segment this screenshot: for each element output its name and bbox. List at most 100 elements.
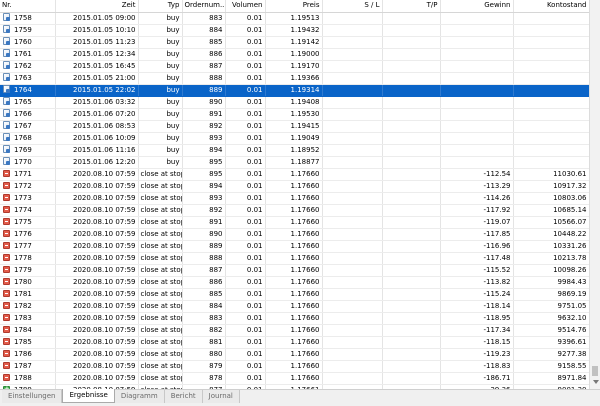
column-header-sl[interactable]: S / L [322,0,383,13]
table-row[interactable]: 1770 2015.01.06 12:20 buy 895 0.01 1.18877 [0,156,589,169]
column-header-order[interactable]: Ordernum... [182,0,226,13]
table-row[interactable]: 1774 2020.08.10 07:59 close at stop 892 0.01… [0,204,589,217]
cell-gewinn: -186.71 [440,372,514,385]
cell-kontostand: 9751.05 [513,300,589,313]
cell-gewinn: -113.29 [440,180,514,193]
row-number: 1759 [14,25,32,34]
cell-kontostand: 10098.26 [513,264,589,277]
table-row[interactable]: 1766 2015.01.06 07:20 buy 891 0.01 1.19530 [0,108,589,121]
column-header-typ[interactable]: Typ [138,0,183,13]
table-row[interactable]: 1783 2020.08.10 07:59 close at stop 883 0.01… [0,312,589,325]
cell-order: 890 [182,96,226,109]
scrollbar-thumb[interactable] [592,366,598,376]
cell-nr: 1769 [0,144,56,157]
cell-kontostand: 11030.61 [513,168,589,181]
tab-einstellungen[interactable]: Einstellungen [2,390,63,403]
scroll-down-arrow-icon[interactable] [593,380,599,384]
cell-tp [382,216,441,229]
cell-preis: 1.19366 [265,72,323,85]
table-row[interactable]: 1759 2015.01.05 10:10 buy 884 0.01 1.19432 [0,24,589,37]
cell-typ: close at stop [138,180,183,193]
table-row[interactable]: 1787 2020.08.10 07:59 close at stop 879 0.01… [0,360,589,373]
table-row[interactable]: 1771 2020.08.10 07:59 close at stop 895 0.01… [0,168,589,181]
table-row[interactable]: 1761 2015.01.05 12:34 buy 886 0.01 1.19000 [0,48,589,61]
table-row[interactable]: 1785 2020.08.10 07:59 close at stop 881 0.01… [0,336,589,349]
table-row[interactable]: 1775 2020.08.10 07:59 close at stop 891 0.01… [0,216,589,229]
cell-tp [382,264,441,277]
table-row[interactable]: 1781 2020.08.10 07:59 close at stop 885 0.01… [0,288,589,301]
vertical-scrollbar[interactable] [589,0,600,389]
table-row[interactable]: 1777 2020.08.10 07:59 close at stop 889 0.01… [0,240,589,253]
table-row[interactable]: 1764 2015.01.05 22:02 buy 889 0.01 1.19314 [0,84,589,97]
table-row[interactable]: 1784 2020.08.10 07:59 close at stop 882 0.01… [0,324,589,337]
cell-zeit: 2015.01.05 12:34 [55,48,139,61]
table-row[interactable]: 1769 2015.01.06 11:16 buy 894 0.01 1.18952 [0,144,589,157]
table-row[interactable]: 1768 2015.01.06 10:09 buy 893 0.01 1.19049 [0,132,589,145]
cell-volumen: 0.01 [225,36,266,49]
cell-kontostand: 10213.78 [513,252,589,265]
tab-ergebnisse[interactable]: Ergebnisse [62,389,115,403]
cell-nr: 1766 [0,108,56,121]
column-header-kontostand[interactable]: Kontostand [513,0,589,13]
cell-volumen: 0.01 [225,72,266,85]
row-number: 1769 [14,145,32,154]
table-row[interactable]: 1763 2015.01.05 21:00 buy 888 0.01 1.19366 [0,72,589,85]
row-number: 1762 [14,61,32,70]
table-row[interactable]: 1773 2020.08.10 07:59 close at stop 893 0.01… [0,192,589,205]
close-at-stop-icon [3,181,10,189]
table-row[interactable]: 1765 2015.01.06 03:32 buy 890 0.01 1.19408 [0,96,589,109]
cell-sl [322,156,383,169]
cell-gewinn [440,36,514,49]
cell-zeit: 2015.01.06 03:32 [55,96,139,109]
cell-tp [382,144,441,157]
column-header-zeit[interactable]: Zeit [55,0,139,13]
cell-volumen: 0.01 [225,288,266,301]
cell-volumen: 0.01 [225,228,266,241]
table-row[interactable]: 1776 2020.08.10 07:59 close at stop 890 0.01… [0,228,589,241]
table-row[interactable]: 1762 2015.01.05 16:45 buy 887 0.01 1.19170 [0,60,589,73]
cell-preis: 1.17660 [265,192,323,205]
table-row[interactable]: 1788 2020.08.10 07:59 close at stop 878 0.01… [0,372,589,385]
tab-journal[interactable]: Journal [202,390,240,403]
table-row[interactable]: 1767 2015.01.06 08:53 buy 892 0.01 1.19415 [0,120,589,133]
cell-kontostand [513,60,589,73]
row-number: 1782 [14,301,32,310]
row-number: 1773 [14,193,32,202]
table-row[interactable]: 1778 2020.08.10 07:59 close at stop 888 0.01… [0,252,589,265]
cell-preis: 1.19049 [265,132,323,145]
cell-zeit: 2015.01.06 12:20 [55,156,139,169]
cell-gewinn: -118.83 [440,360,514,373]
column-header-nr[interactable]: Nr. [0,0,56,13]
cell-volumen: 0.01 [225,264,266,277]
column-header-preis[interactable]: Preis [265,0,323,13]
column-header-tp[interactable]: T/P [382,0,441,13]
cell-typ: buy [138,132,183,145]
cell-sl [322,36,383,49]
cell-zeit: 2020.08.10 07:59 [55,300,139,313]
cell-zeit: 2015.01.06 07:20 [55,108,139,121]
order-document-icon [3,144,10,153]
cell-kontostand: 9277.38 [513,348,589,361]
cell-gewinn [440,60,514,73]
table-row[interactable]: 1758 2015.01.05 09:00 buy 883 0.01 1.19513 [0,12,589,25]
cell-sl [322,276,383,289]
cell-zeit: 2020.08.10 07:59 [55,168,139,181]
tab-bericht[interactable]: Bericht [164,390,203,403]
table-row[interactable]: 1782 2020.08.10 07:59 close at stop 884 0.01… [0,300,589,313]
table-row[interactable]: 1760 2015.01.05 11:23 buy 885 0.01 1.19142 [0,36,589,49]
table-row[interactable]: 1779 2020.08.10 07:59 close at stop 887 0.01… [0,264,589,277]
cell-order: 894 [182,180,226,193]
cell-preis: 1.19415 [265,120,323,133]
column-header-volumen[interactable]: Volumen [225,0,266,13]
cell-zeit: 2020.08.10 07:59 [55,360,139,373]
table-row[interactable]: 1772 2020.08.10 07:59 close at stop 894 0.01… [0,180,589,193]
table-row[interactable]: 1786 2020.08.10 07:59 close at stop 880 0.01… [0,348,589,361]
cell-zeit: 2020.08.10 07:59 [55,312,139,325]
tab-diagramm[interactable]: Diagramm [114,390,165,403]
cell-zeit: 2015.01.05 16:45 [55,60,139,73]
table-header: Nr. Zeit Typ Ordernum... Volumen Preis S / L T/… [0,0,589,13]
results-grid: Nr. Zeit Typ Ordernum... Volumen Preis S / L T/… [0,0,589,389]
cell-typ: close at stop [138,204,183,217]
column-header-gewinn[interactable]: Gewinn [440,0,514,13]
table-row[interactable]: 1780 2020.08.10 07:59 close at stop 886 0.01… [0,276,589,289]
